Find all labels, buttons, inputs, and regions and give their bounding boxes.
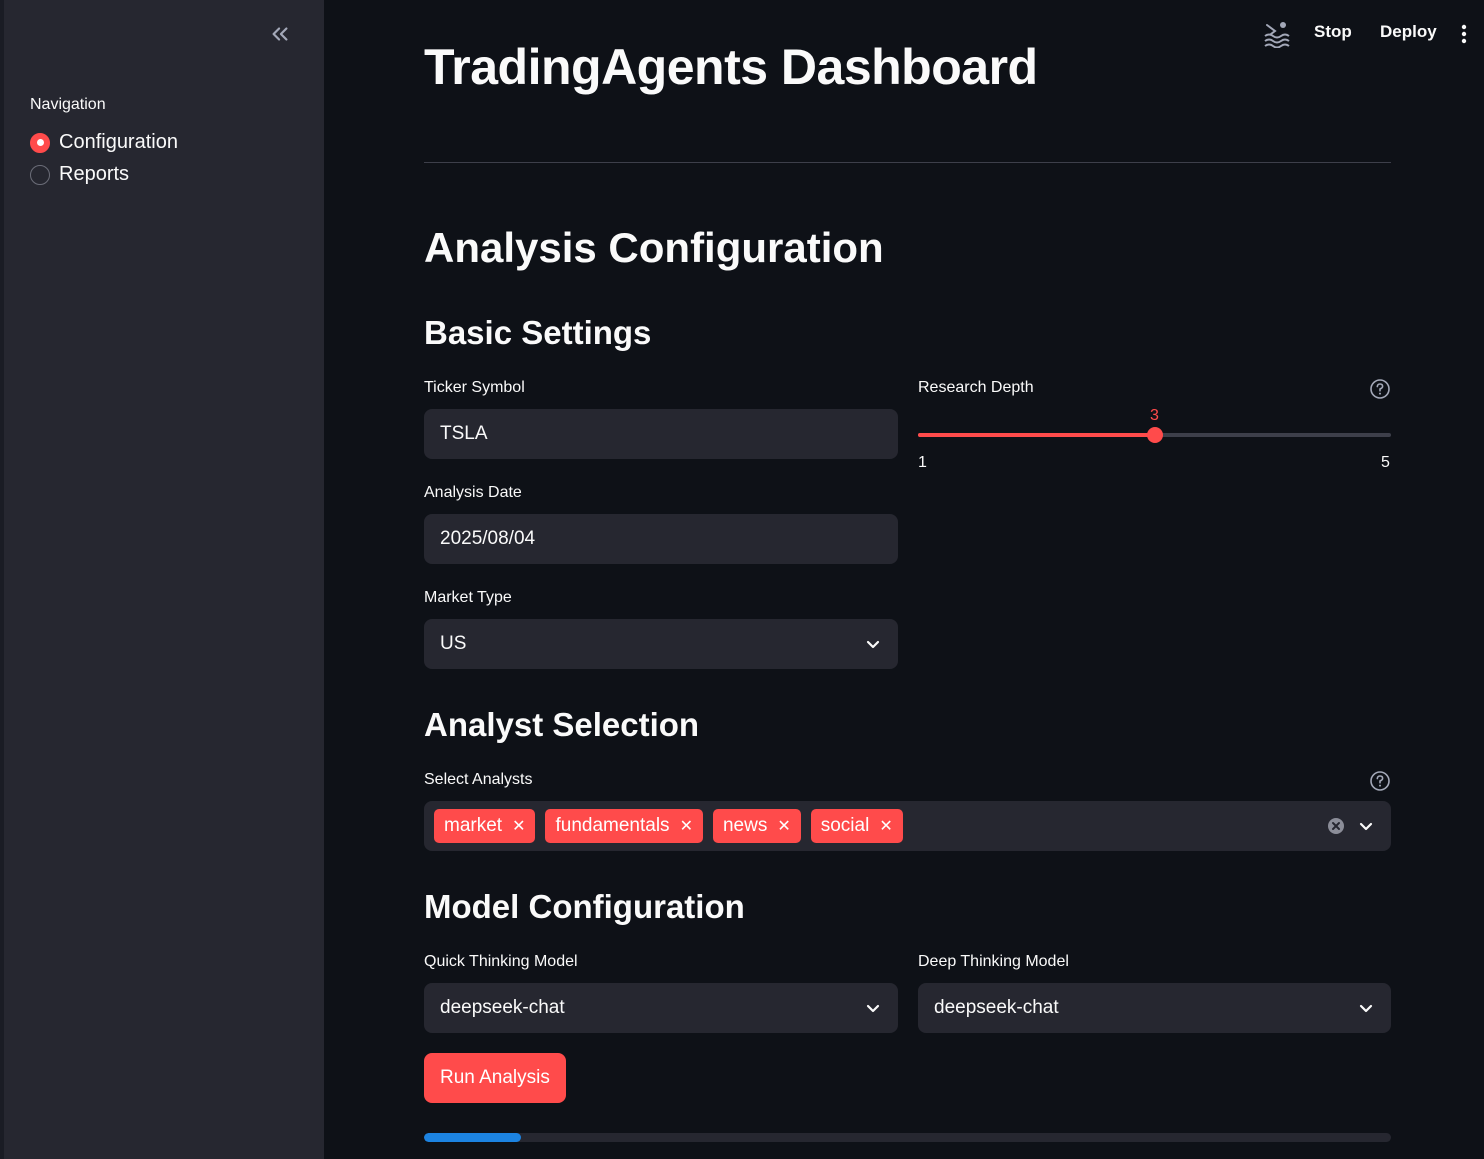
collapse-sidebar-button[interactable]: [266, 20, 294, 48]
tag-label: market: [444, 815, 503, 836]
nav-option-reports[interactable]: Reports: [30, 163, 129, 186]
chevron-down-icon: [866, 1004, 880, 1013]
analyst-tag-social[interactable]: social ✕: [810, 809, 903, 843]
chevron-down-icon: [1359, 1004, 1373, 1013]
analyst-selection-heading: Analyst Selection: [424, 706, 700, 743]
analysis-date-input[interactable]: 2025/08/04: [424, 514, 898, 564]
slider-min: 1: [918, 454, 927, 471]
analysis-date-value: 2025/08/04: [440, 528, 536, 549]
analysis-date-label: Analysis Date: [424, 484, 522, 501]
quick-model-label: Quick Thinking Model: [424, 953, 578, 970]
progress-fill: [424, 1133, 521, 1142]
deep-model-select[interactable]: deepseek-chat: [918, 983, 1391, 1033]
progress-bar: [424, 1133, 1391, 1142]
deep-model-value: deepseek-chat: [934, 997, 1059, 1018]
deep-model-label: Deep Thinking Model: [918, 953, 1069, 970]
nav-option-label: Configuration: [59, 131, 178, 153]
slider-fill: [918, 433, 1155, 437]
radio-checked-icon: [30, 132, 50, 153]
radio-unchecked-icon: [30, 164, 50, 185]
divider: [424, 162, 1391, 163]
market-type-label: Market Type: [424, 589, 512, 606]
quick-model-select[interactable]: deepseek-chat: [424, 983, 898, 1033]
main-content: TradingAgents Dashboard Analysis Configu…: [424, 0, 1391, 1159]
quick-model-value: deepseek-chat: [440, 997, 565, 1018]
model-configuration-heading: Model Configuration: [424, 888, 745, 925]
tag-label: social: [820, 815, 870, 836]
ticker-label: Ticker Symbol: [424, 379, 525, 396]
research-depth-slider[interactable]: 3: [918, 407, 1391, 443]
slider-value: 3: [1150, 407, 1159, 424]
clear-all-icon[interactable]: [1327, 817, 1345, 835]
analyst-tag-market[interactable]: market ✕: [434, 809, 536, 843]
ticker-value: TSLA: [440, 423, 488, 444]
remove-tag-icon[interactable]: ✕: [879, 816, 892, 836]
select-analysts-label: Select Analysts: [424, 771, 533, 788]
analyst-tag-news[interactable]: news ✕: [712, 809, 801, 843]
main-menu-icon[interactable]: [1456, 22, 1472, 46]
tag-label: news: [722, 815, 768, 836]
sidebar: Navigation Configuration Reports: [0, 0, 324, 1159]
remove-tag-icon[interactable]: ✕: [512, 816, 525, 836]
run-analysis-button[interactable]: Run Analysis: [424, 1053, 566, 1103]
slider-max: 5: [1381, 454, 1390, 471]
analyst-tag-fundamentals[interactable]: fundamentals ✕: [545, 809, 703, 843]
market-type-select[interactable]: US: [424, 619, 898, 669]
help-icon[interactable]: [1369, 770, 1391, 792]
section-title: Analysis Configuration: [424, 224, 884, 271]
research-depth-label: Research Depth: [918, 379, 1034, 396]
ticker-input[interactable]: TSLA: [424, 409, 898, 459]
app: Navigation Configuration Reports Stop De…: [0, 0, 1484, 1159]
nav-option-configuration[interactable]: Configuration: [30, 131, 178, 154]
double-chevron-left-icon: [272, 27, 288, 41]
market-type-value: US: [440, 633, 467, 654]
chevron-down-icon: [866, 640, 880, 649]
help-icon[interactable]: [1369, 378, 1391, 400]
slider-thumb[interactable]: [1146, 427, 1163, 443]
nav-option-label: Reports: [59, 163, 130, 185]
tag-label: fundamentals: [555, 815, 670, 836]
basic-settings-heading: Basic Settings: [424, 314, 652, 351]
remove-tag-icon[interactable]: ✕: [777, 816, 790, 836]
page-title: TradingAgents Dashboard: [424, 39, 1038, 95]
navigation-label: Navigation: [30, 96, 106, 113]
remove-tag-icon[interactable]: ✕: [680, 816, 693, 836]
chevron-down-icon[interactable]: [1357, 817, 1375, 835]
analysts-multiselect[interactable]: market ✕ fundamentals ✕ news ✕ social ✕: [424, 801, 1391, 851]
